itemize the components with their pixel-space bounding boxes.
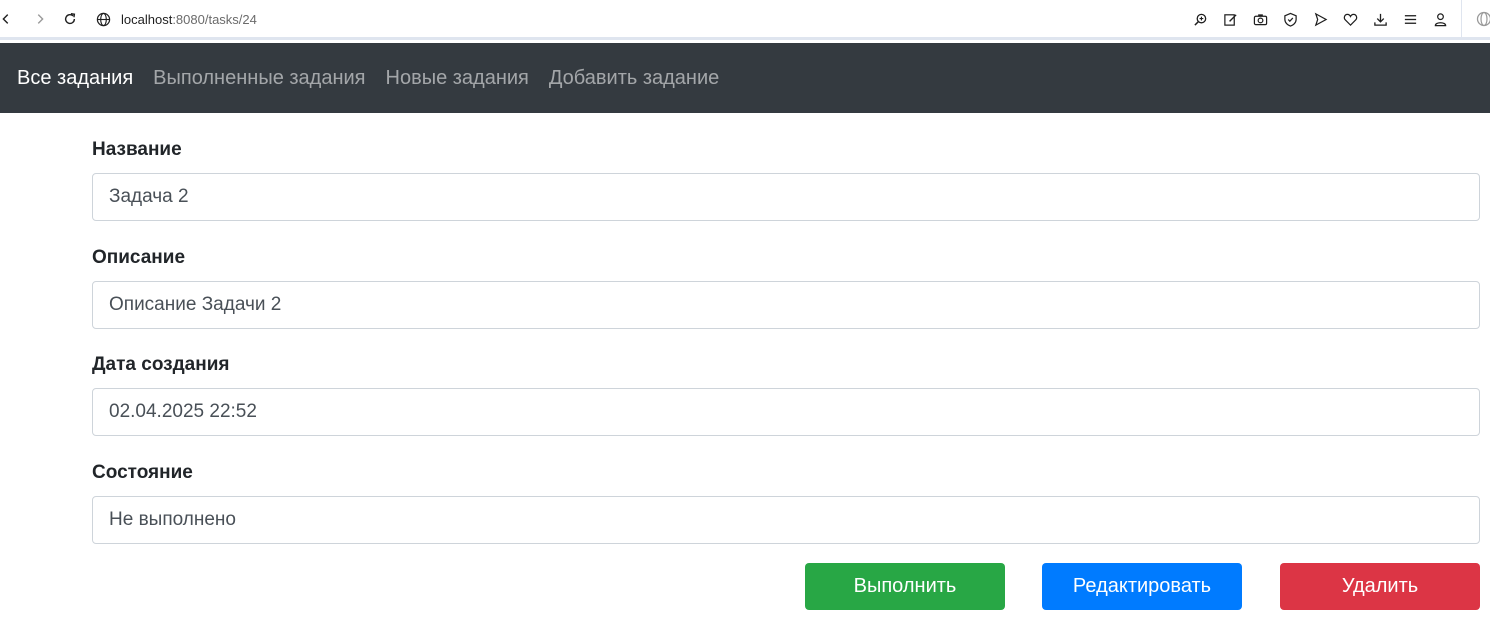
nav-all-tasks[interactable]: Все задания: [17, 67, 133, 90]
browser-toolbar: localhost:8080/tasks/24: [0, 0, 1490, 40]
camera-icon[interactable]: [1252, 11, 1268, 27]
created-date-label: Дата создания: [92, 354, 230, 375]
forward-icon[interactable]: [28, 8, 52, 30]
globe-icon[interactable]: [1472, 10, 1490, 28]
nav-completed-tasks[interactable]: Выполненные задания: [153, 67, 365, 90]
complete-button[interactable]: Выполнить: [805, 563, 1005, 610]
status-field[interactable]: Не выполнено: [92, 496, 1480, 544]
url-path: :8080/tasks/24: [172, 11, 257, 27]
status-label: Состояние: [92, 462, 193, 483]
globe-icon: [96, 12, 111, 27]
toolbar-divider: [1461, 0, 1462, 40]
download-icon[interactable]: [1372, 11, 1388, 27]
edit-button[interactable]: Редактировать: [1042, 563, 1242, 610]
name-field[interactable]: Задача 2: [92, 173, 1480, 221]
description-label: Описание: [92, 247, 186, 268]
profile-icon[interactable]: [1432, 11, 1448, 27]
created-date-field[interactable]: 02.04.2025 22:52: [92, 388, 1480, 436]
browser-tools: [1192, 8, 1448, 30]
zoom-icon[interactable]: [1192, 11, 1208, 27]
nav-new-tasks[interactable]: Новые задания: [386, 67, 529, 90]
main-navbar: Все задания Выполненные задания Новые за…: [0, 43, 1490, 113]
shield-icon[interactable]: [1282, 11, 1298, 27]
heart-icon[interactable]: [1342, 11, 1358, 27]
reload-icon[interactable]: [58, 8, 82, 30]
address-bar[interactable]: localhost:8080/tasks/24: [96, 8, 257, 30]
edit-page-icon[interactable]: [1222, 11, 1238, 27]
delete-button[interactable]: Удалить: [1280, 563, 1480, 610]
send-icon[interactable]: [1312, 11, 1328, 27]
name-label: Название: [92, 139, 182, 160]
menu-icon[interactable]: [1402, 11, 1418, 27]
back-icon[interactable]: [0, 8, 18, 30]
nav-add-task[interactable]: Добавить задание: [549, 67, 719, 90]
url-host: localhost: [121, 11, 173, 27]
description-field[interactable]: Описание Задачи 2: [92, 281, 1480, 329]
